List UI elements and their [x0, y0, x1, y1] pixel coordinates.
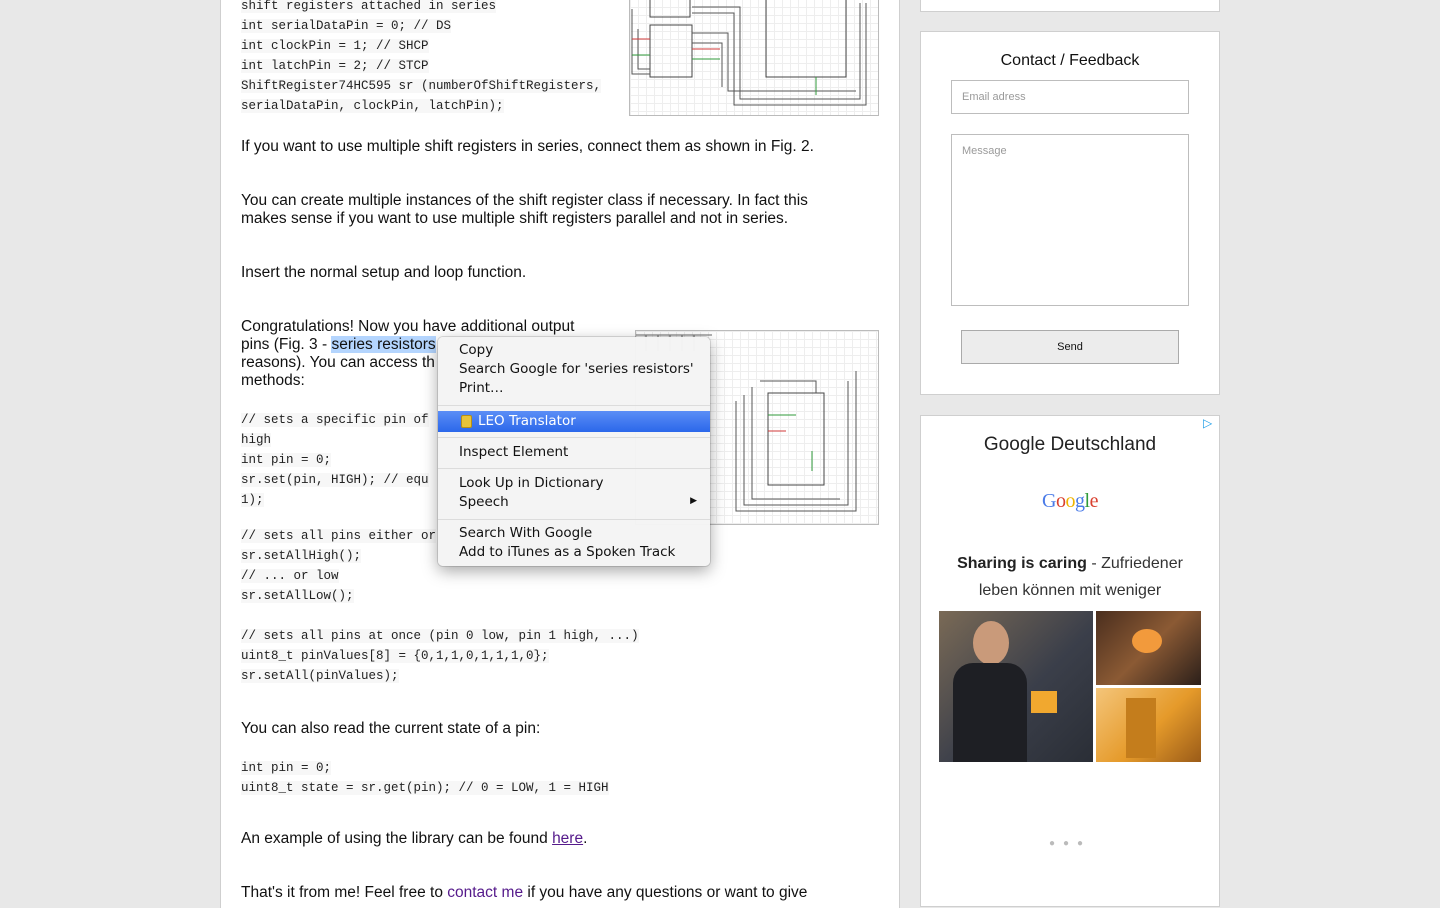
paragraph-multiple-registers: If you want to use multiple shift regist…: [241, 138, 814, 155]
figure-2-schematic: [629, 0, 879, 116]
menu-item-search-google-for[interactable]: Search Google for 'series resistors': [459, 360, 694, 379]
menu-item-copy[interactable]: Copy: [459, 341, 493, 360]
ad-image-card[interactable]: [1096, 611, 1201, 685]
menu-item-leo-translator[interactable]: LEO Translator: [438, 411, 710, 432]
menu-item-look-up[interactable]: Look Up in Dictionary: [459, 474, 604, 493]
menu-item-search-with-google[interactable]: Search With Google: [459, 524, 592, 543]
code-block-setup: shift registers attached in series int s…: [241, 0, 602, 113]
code-block-set-pin: // sets a specific pin of high int pin =…: [241, 413, 429, 507]
send-button[interactable]: Send: [961, 330, 1179, 364]
google-logo: Google: [1042, 490, 1098, 512]
paragraph-setup-loop: Insert the normal setup and loop functio…: [241, 264, 527, 281]
ad-widget[interactable]: ▷ Google Deutschland Google Sharing is c…: [920, 415, 1220, 907]
menu-item-print[interactable]: Print…: [459, 379, 504, 398]
paragraph-read-state: You can also read the current state of a…: [241, 720, 541, 737]
menu-separator: [438, 468, 710, 469]
paragraph-example: An example of using the library can be f…: [241, 830, 588, 847]
contact-form-widget: Contact / Feedback Email adress Message …: [920, 31, 1220, 395]
ad-image-machine[interactable]: [1096, 688, 1201, 762]
message-field[interactable]: Message: [951, 134, 1189, 306]
submenu-arrow-icon: ▶: [690, 496, 697, 506]
paragraph-multiple-instances: You can create multiple instances of the…: [241, 192, 808, 227]
email-field[interactable]: Email adress: [951, 80, 1189, 114]
schematic-drawing: [631, 0, 867, 106]
context-menu: Copy Search Google for 'series resistors…: [438, 337, 710, 566]
contact-title: Contact / Feedback: [1000, 52, 1140, 69]
menu-item-inspect-element[interactable]: Inspect Element: [459, 443, 568, 462]
sidebar-top-widget: [920, 0, 1220, 12]
ad-pager-dots[interactable]: ●●●: [921, 838, 1219, 849]
adchoices-icon[interactable]: ▷: [1203, 416, 1215, 430]
selected-text: series resistors: [331, 336, 436, 353]
leo-icon: [461, 415, 472, 428]
menu-item-speech[interactable]: Speech: [459, 493, 509, 512]
paragraph-end: That's it from me! Feel free to contact …: [241, 884, 808, 901]
example-link[interactable]: here: [552, 830, 583, 847]
menu-separator: [438, 405, 710, 406]
code-block-set-all: // sets all pins either or sr.setAllHigh…: [241, 529, 437, 603]
menu-item-add-to-itunes[interactable]: Add to iTunes as a Spoken Track: [459, 543, 675, 562]
contact-me-link[interactable]: contact me: [447, 884, 523, 901]
ad-title[interactable]: Google Deutschland: [921, 434, 1219, 456]
menu-separator: [438, 437, 710, 438]
ad-image-man[interactable]: [939, 611, 1093, 762]
code-block-get-pin: int pin = 0; uint8_t state = sr.get(pin)…: [241, 761, 609, 795]
code-block-set-all-values: // sets all pins at once (pin 0 low, pin…: [241, 629, 639, 683]
menu-separator: [438, 519, 710, 520]
ad-text[interactable]: Sharing is caring - Zufriedener leben kö…: [941, 550, 1199, 604]
